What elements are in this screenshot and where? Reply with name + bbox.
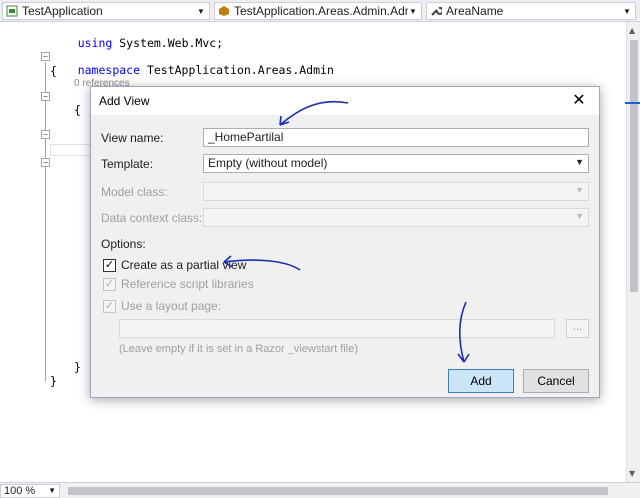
- partial-view-checkbox[interactable]: ✓: [103, 259, 116, 272]
- code-line-inner-brace: {: [74, 103, 81, 117]
- caret-marker: [625, 102, 640, 104]
- model-class-select[interactable]: ▼: [203, 182, 589, 201]
- project-name: TestApplication: [22, 4, 103, 18]
- view-name-value: _HomePartilal: [208, 130, 284, 144]
- dialog-title: Add View: [99, 94, 150, 108]
- chevron-down-icon: ▼: [575, 185, 584, 195]
- outline-guide: [45, 62, 46, 382]
- data-context-label: Data context class:: [101, 211, 203, 225]
- view-name-label: View name:: [101, 131, 164, 145]
- collapse-icon[interactable]: −: [41, 92, 50, 101]
- code-line-open-brace: {: [50, 64, 57, 78]
- current-line-highlight: [50, 144, 92, 156]
- chevron-down-icon: ▼: [409, 6, 417, 16]
- template-select[interactable]: Empty (without model) ▼: [203, 154, 589, 173]
- using-rest: System.Web.Mvc;: [112, 36, 224, 50]
- code-line-close-outer: }: [50, 374, 57, 388]
- view-name-input[interactable]: _HomePartilal: [203, 128, 589, 147]
- class-icon: [218, 5, 230, 17]
- chevron-down-icon: ▼: [575, 157, 584, 167]
- collapse-icon[interactable]: −: [41, 130, 50, 139]
- zoom-dropdown[interactable]: 100 % ▼: [0, 484, 60, 498]
- collapse-icon[interactable]: −: [41, 52, 50, 61]
- scroll-up-icon[interactable]: ▲: [629, 26, 635, 35]
- horizontal-scroll-thumb[interactable]: [68, 487, 608, 495]
- wrench-icon: [430, 5, 442, 17]
- type-dropdown[interactable]: TestApplication.Areas.Admin.AdminAr ▼: [214, 2, 422, 20]
- chevron-down-icon: ▼: [623, 6, 631, 16]
- collapse-icon[interactable]: −: [41, 158, 50, 167]
- dialog-title-bar[interactable]: Add View ✕: [91, 87, 599, 115]
- layout-hint: (Leave empty if it is set in a Razor _vi…: [119, 343, 359, 355]
- csharp-project-icon: [6, 5, 18, 17]
- partial-view-label[interactable]: Create as a partial view: [121, 258, 246, 272]
- layout-page-input[interactable]: [119, 319, 555, 338]
- browse-button[interactable]: ...: [566, 319, 589, 338]
- using-keyword: using: [77, 36, 113, 50]
- vertical-scrollbar[interactable]: ▲ ▼: [625, 22, 640, 482]
- data-context-select[interactable]: ▼: [203, 208, 589, 227]
- close-icon[interactable]: ✕: [569, 91, 589, 111]
- zoom-level: 100 %: [4, 485, 36, 497]
- template-label: Template:: [101, 157, 154, 171]
- add-button[interactable]: Add: [448, 369, 514, 393]
- type-name: TestApplication.Areas.Admin.AdminAr: [234, 4, 408, 18]
- script-libraries-checkbox[interactable]: ✓: [103, 278, 116, 291]
- options-label: Options:: [101, 237, 146, 251]
- cancel-button[interactable]: Cancel: [523, 369, 589, 393]
- member-name: AreaName: [446, 4, 504, 18]
- scroll-thumb[interactable]: [630, 40, 638, 292]
- chevron-down-icon: ▼: [575, 211, 584, 221]
- chevron-down-icon: ▼: [48, 486, 56, 495]
- namespace-keyword: namespace: [77, 63, 141, 77]
- chevron-down-icon: ▼: [197, 6, 205, 16]
- editor-status-bar: 100 % ▼: [0, 482, 640, 498]
- model-class-label: Model class:: [101, 185, 168, 199]
- project-dropdown[interactable]: TestApplication ▼: [2, 2, 210, 20]
- scroll-down-icon[interactable]: ▼: [629, 469, 635, 478]
- navigation-bar: TestApplication ▼ TestApplication.Areas.…: [0, 0, 640, 22]
- script-libraries-label[interactable]: Reference script libraries: [121, 277, 254, 291]
- template-value: Empty (without model): [208, 156, 328, 170]
- member-dropdown[interactable]: AreaName ▼: [426, 2, 636, 20]
- layout-page-label[interactable]: Use a layout page:: [121, 299, 221, 313]
- namespace-name: TestApplication.Areas.Admin: [140, 63, 334, 77]
- code-line-close-inner: }: [74, 360, 81, 374]
- add-view-dialog: Add View ✕ View name: _HomePartilal Temp…: [90, 86, 600, 398]
- layout-page-checkbox[interactable]: ✓: [103, 300, 116, 313]
